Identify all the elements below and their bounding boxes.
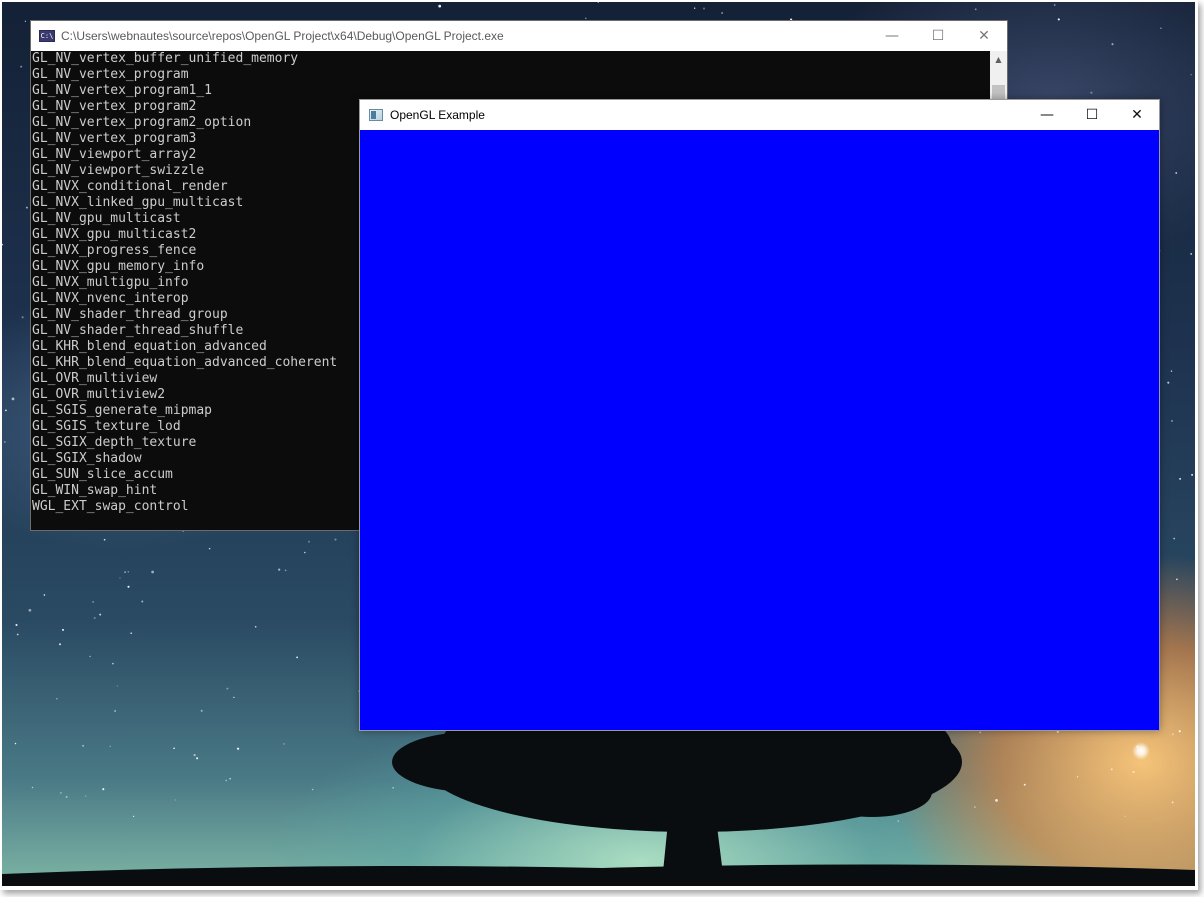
scroll-up-button[interactable]: ▲	[990, 51, 1007, 68]
opengl-close-button[interactable]: ✕	[1114, 100, 1160, 130]
console-minimize-button[interactable]: —	[869, 21, 915, 51]
window-app-icon[interactable]	[369, 109, 383, 121]
maximize-icon: ☐	[1085, 107, 1099, 123]
console-icon-text: C:\	[40, 31, 54, 40]
console-titlebar[interactable]: C:\ C:\Users\webnautes\source\repos\Open…	[31, 21, 1007, 51]
opengl-window[interactable]: OpenGL Example — ☐ ✕	[359, 99, 1160, 731]
console-title: C:\Users\webnautes\source\repos\OpenGL P…	[61, 29, 504, 43]
console-line: GL_NV_vertex_program	[32, 67, 189, 82]
console-line: GL_NV_vertex_program1_1	[32, 83, 213, 98]
opengl-render-surface[interactable]	[360, 130, 1159, 730]
console-close-button[interactable]: ✕	[961, 21, 1007, 51]
console-app-icon[interactable]: C:\	[39, 30, 55, 42]
close-icon: ✕	[1131, 107, 1143, 123]
chevron-up-icon: ▲	[995, 55, 1002, 64]
maximize-icon: ☐	[931, 28, 945, 44]
opengl-title: OpenGL Example	[390, 108, 485, 122]
close-icon: ✕	[978, 28, 990, 44]
console-line: GL_NV_vertex_buffer_unified_memory	[32, 51, 299, 66]
console-maximize-button[interactable]: ☐	[915, 21, 961, 51]
minimize-icon: —	[1040, 107, 1054, 123]
opengl-maximize-button[interactable]: ☐	[1069, 100, 1115, 130]
bright-star	[1132, 742, 1150, 760]
opengl-titlebar[interactable]: OpenGL Example — ☐ ✕	[360, 100, 1159, 130]
minimize-icon: —	[885, 28, 899, 44]
opengl-minimize-button[interactable]: —	[1024, 100, 1070, 130]
